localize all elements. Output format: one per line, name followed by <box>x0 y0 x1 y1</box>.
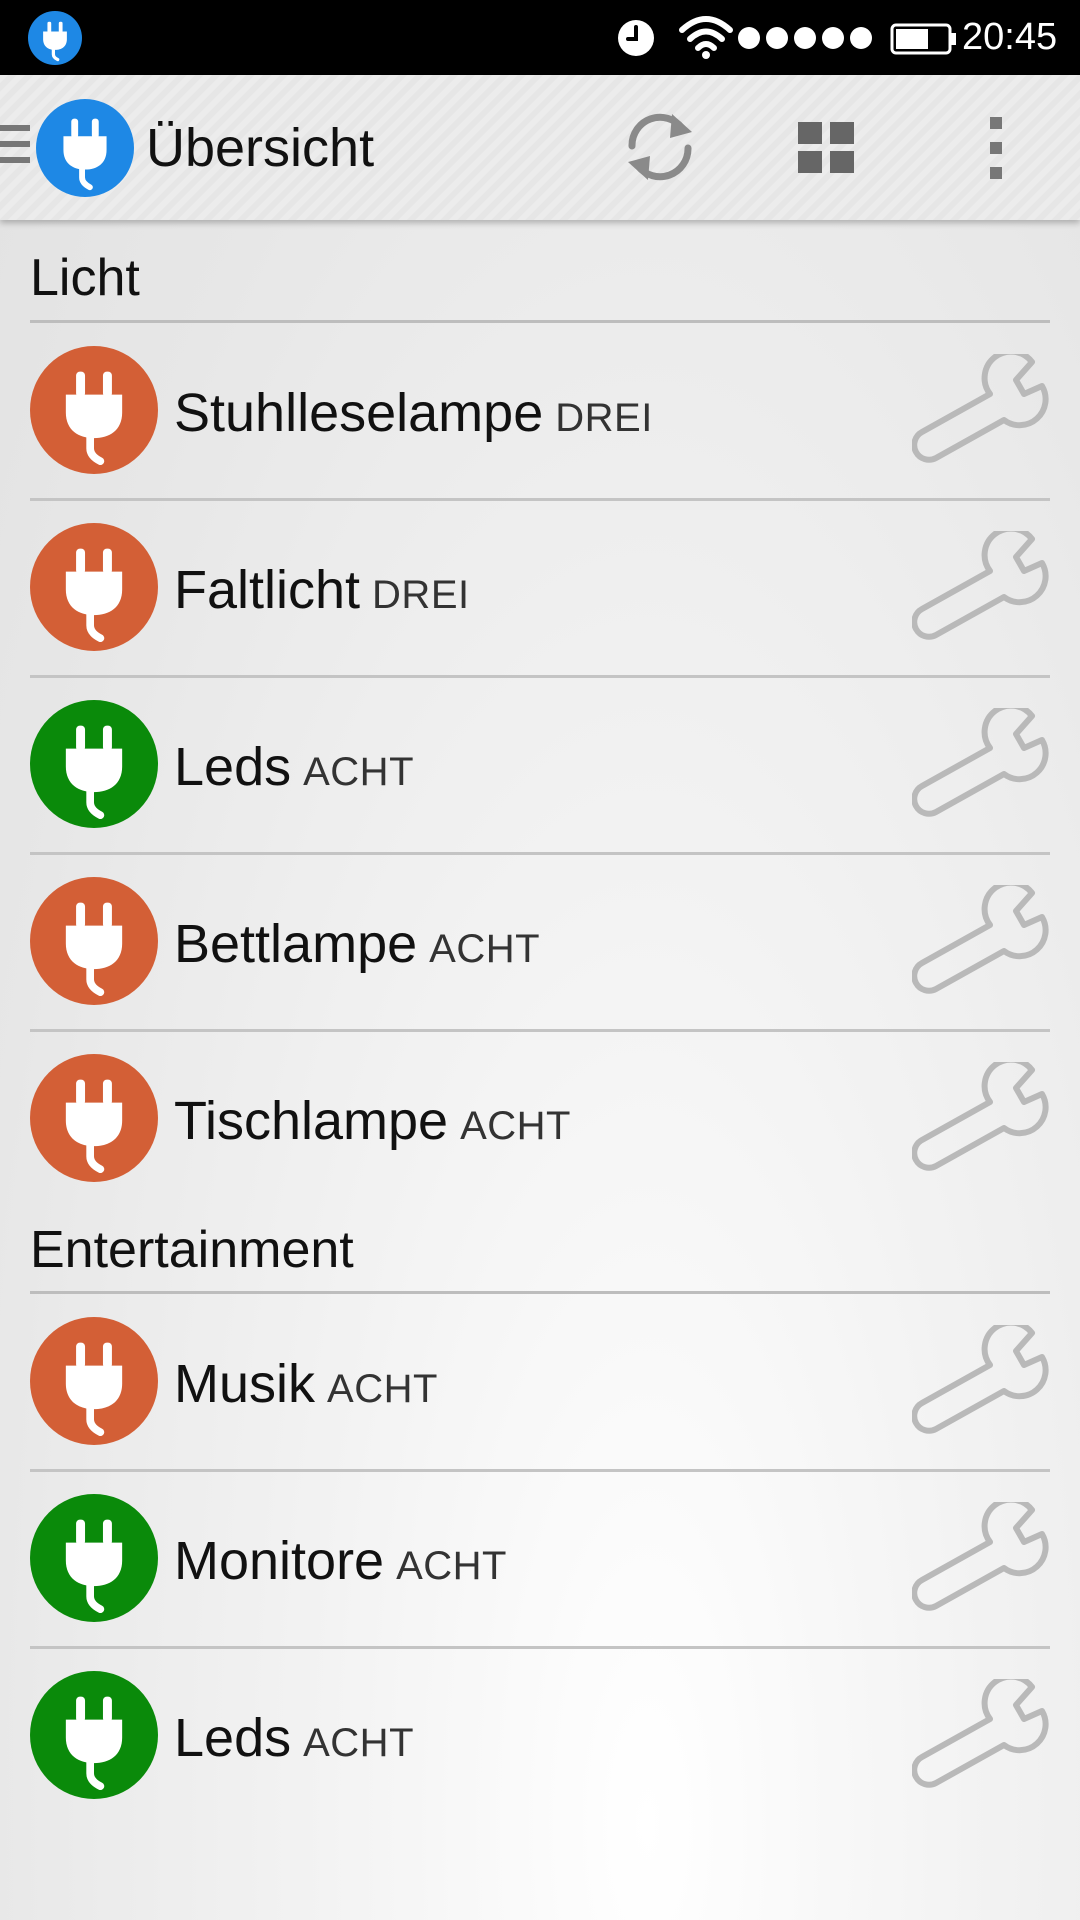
wrench-icon[interactable] <box>912 1062 1050 1174</box>
device-name: Faltlicht <box>174 560 361 620</box>
device-label: Monitore ACHT <box>174 1530 507 1592</box>
section-divider <box>30 1291 1050 1294</box>
device-row[interactable]: Leds ACHT <box>30 1649 1050 1823</box>
device-row[interactable]: Monitore ACHT <box>30 1472 1050 1646</box>
overflow-menu-icon[interactable] <box>982 115 1010 181</box>
section-divider <box>30 320 1050 323</box>
device-label: Leds ACHT <box>174 1707 414 1769</box>
alarm-clock-icon <box>618 20 654 56</box>
drawer-menu-icon[interactable] <box>0 125 30 167</box>
plug-icon[interactable] <box>30 523 158 651</box>
device-row[interactable]: Bettlampe ACHT <box>30 855 1050 1029</box>
device-label: Tischlampe ACHT <box>174 1090 571 1152</box>
device-label: Faltlicht DREI <box>174 559 470 621</box>
device-room: ACHT <box>303 750 414 794</box>
status-bar: 20:45 <box>0 0 1080 75</box>
grid-view-icon[interactable] <box>796 120 858 176</box>
device-name: Leds <box>174 1708 292 1768</box>
device-room: ACHT <box>396 1544 507 1588</box>
section-header-licht: Licht <box>30 249 140 307</box>
wrench-icon[interactable] <box>912 1679 1050 1791</box>
app-logo-icon[interactable] <box>36 99 134 197</box>
battery-icon <box>890 23 956 55</box>
device-name: Bettlampe <box>174 914 418 974</box>
plug-icon[interactable] <box>30 1317 158 1445</box>
device-label: Leds ACHT <box>174 736 414 798</box>
device-name: Musik <box>174 1354 316 1414</box>
wrench-icon[interactable] <box>912 354 1050 466</box>
device-name: Tischlampe <box>174 1091 449 1151</box>
section-header-entertainment: Entertainment <box>30 1221 354 1279</box>
device-row[interactable]: Tischlampe ACHT <box>30 1032 1050 1206</box>
page-title: Übersicht <box>146 118 375 178</box>
plug-icon[interactable] <box>30 877 158 1005</box>
device-row[interactable]: Stuhlleselampe DREI <box>30 324 1050 498</box>
wrench-icon[interactable] <box>912 531 1050 643</box>
device-room: ACHT <box>429 927 541 971</box>
device-room: ACHT <box>303 1721 414 1765</box>
plug-icon[interactable] <box>30 1671 158 1799</box>
device-name: Leds <box>174 737 292 797</box>
device-row[interactable]: Musik ACHT <box>30 1295 1050 1469</box>
device-name: Monitore <box>174 1531 385 1591</box>
device-row[interactable]: Faltlicht DREI <box>30 501 1050 675</box>
plug-icon[interactable] <box>30 1054 158 1182</box>
device-room: DREI <box>555 396 653 440</box>
wrench-icon[interactable] <box>912 1325 1050 1437</box>
device-name: Stuhlleselampe <box>174 383 544 443</box>
wrench-icon[interactable] <box>912 1502 1050 1614</box>
device-room: ACHT <box>327 1367 438 1411</box>
device-label: Musik ACHT <box>174 1353 438 1415</box>
plug-icon[interactable] <box>30 1494 158 1622</box>
action-bar: Übersicht <box>0 75 1080 220</box>
plug-icon <box>28 11 82 65</box>
signal-strength <box>738 27 872 51</box>
plug-icon[interactable] <box>30 700 158 828</box>
device-label: Stuhlleselampe DREI <box>174 382 653 444</box>
wrench-icon[interactable] <box>912 885 1050 997</box>
refresh-icon[interactable] <box>618 102 702 192</box>
status-time: 20:45 <box>962 16 1058 58</box>
device-room: ACHT <box>460 1104 571 1148</box>
device-room: DREI <box>372 573 470 617</box>
wrench-icon[interactable] <box>912 708 1050 820</box>
wifi-icon <box>679 16 733 59</box>
device-row[interactable]: Leds ACHT <box>30 678 1050 852</box>
device-label: Bettlampe ACHT <box>174 913 540 975</box>
plug-icon[interactable] <box>30 346 158 474</box>
